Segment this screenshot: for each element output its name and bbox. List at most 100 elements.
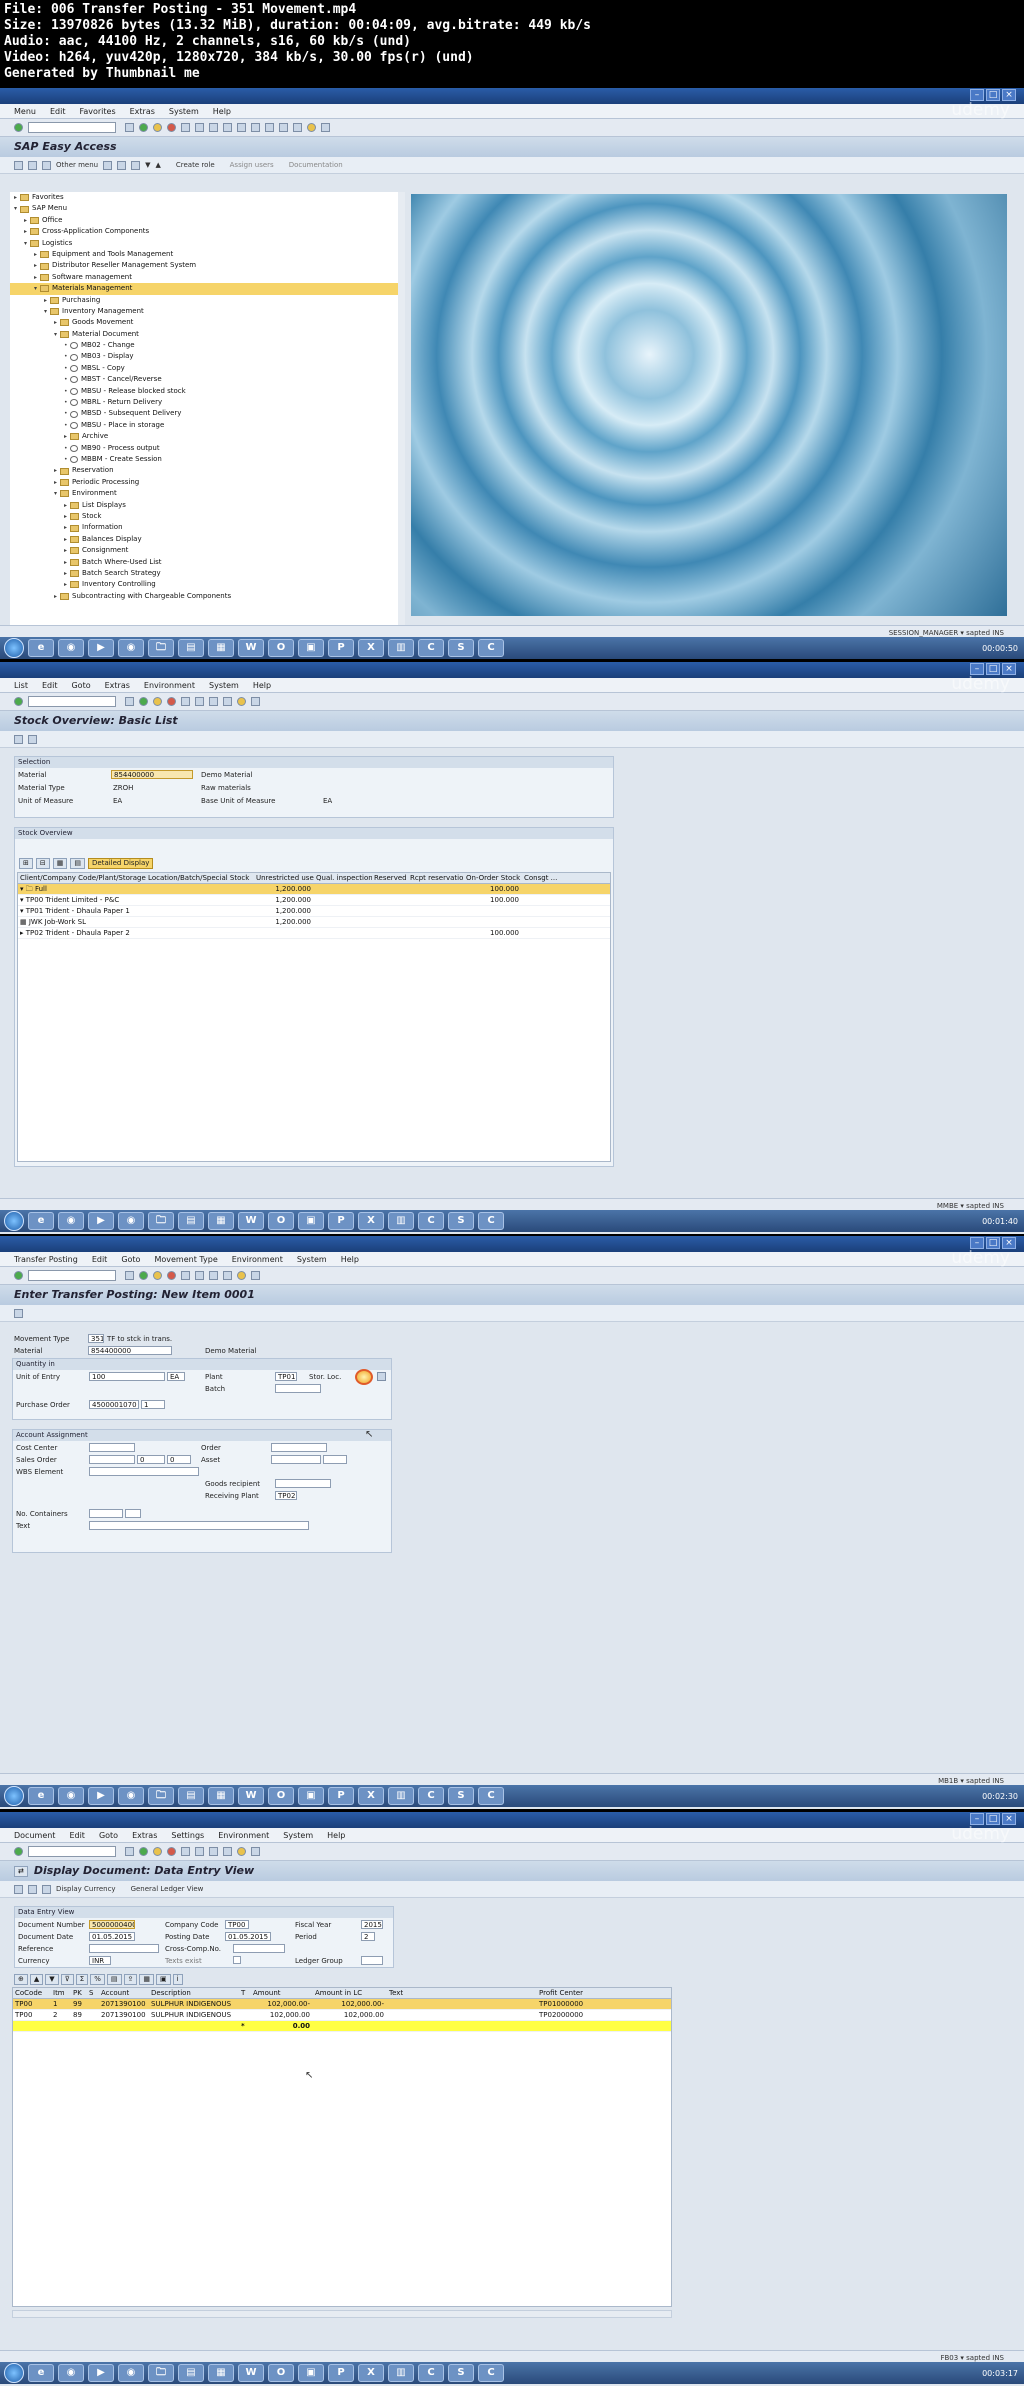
taskbar-app-6[interactable]: ▦ <box>208 2364 234 2382</box>
tree-node[interactable]: • MBSU - Place in storage <box>10 420 405 431</box>
start-button[interactable] <box>4 2363 24 2383</box>
tree-node[interactable]: ▾ Materials Management <box>10 283 405 295</box>
asset-sub-field[interactable] <box>323 1455 347 1464</box>
tree-node[interactable]: ▸ Stock <box>10 511 405 522</box>
taskbar-app-4[interactable]: 🗀 <box>148 639 174 657</box>
taskbar-app-2[interactable]: ▶ <box>88 1787 114 1805</box>
menu-item-help[interactable]: Help <box>213 104 231 118</box>
menu-item-goto[interactable]: Goto <box>121 1252 140 1266</box>
wbs-field[interactable] <box>89 1467 199 1476</box>
start-button[interactable] <box>4 1211 24 1231</box>
menu-item-movement-type[interactable]: Movement Type <box>154 1252 217 1266</box>
menu-item-menu[interactable]: Menu <box>14 104 36 118</box>
taskbar-app-8[interactable]: O <box>268 2364 294 2382</box>
find-icon[interactable] <box>195 123 204 132</box>
detailed-display-button[interactable]: Detailed Display <box>88 858 154 869</box>
taskbar-app-5[interactable]: ▤ <box>178 1212 204 1230</box>
assign-users-button[interactable]: Assign users <box>230 161 274 169</box>
column-header[interactable]: Description <box>149 1988 239 1998</box>
tree-node[interactable]: • MB02 - Change <box>10 340 405 351</box>
menu-item-extras[interactable]: Extras <box>105 678 130 692</box>
back-icon[interactable] <box>139 1847 148 1856</box>
taskbar-app-12[interactable]: ▥ <box>388 2364 414 2382</box>
table-row[interactable]: TP00 2 89 2071390100 SULPHUR INDIGENOUS 102,0… <box>13 2010 671 2021</box>
next-page-icon[interactable] <box>223 1271 232 1280</box>
first-page-icon[interactable] <box>209 1271 218 1280</box>
display-change-icon[interactable] <box>14 1884 23 1894</box>
tree-node[interactable]: ▸ Periodic Processing <box>10 477 405 488</box>
column-header[interactable]: Amount <box>251 1988 313 1998</box>
grid-scrollbar[interactable] <box>12 2310 672 2318</box>
start-button[interactable] <box>4 1786 24 1806</box>
taskbar-app-14[interactable]: S <box>448 639 474 657</box>
create-role-button[interactable]: Create role <box>176 161 215 169</box>
info-icon[interactable]: i <box>172 1974 183 1985</box>
table-row[interactable]: ▾ TP01 Trident - Dhaula Paper 1 1,200.000 <box>18 906 610 917</box>
enter-icon[interactable] <box>14 697 23 706</box>
command-field[interactable] <box>28 122 116 133</box>
taskbar-app-2[interactable]: ▶ <box>88 1212 114 1230</box>
column-header[interactable]: Itm <box>51 1988 71 1998</box>
expand-icon[interactable]: ⊞ <box>19 858 33 869</box>
column-header[interactable]: Qual. inspection <box>314 873 372 883</box>
tree-node[interactable]: ▸ Equipment and Tools Management <box>10 249 405 260</box>
taskbar-app-7[interactable]: W <box>238 1212 264 1230</box>
taskbar-app-12[interactable]: ▥ <box>388 1787 414 1805</box>
taskbar-app-3[interactable]: ◉ <box>118 639 144 657</box>
display-currency-button[interactable]: Display Currency <box>56 1885 116 1893</box>
tree-node[interactable]: • MBST - Cancel/Reverse <box>10 374 405 385</box>
exit-icon[interactable] <box>153 1847 162 1856</box>
taskbar-app-8[interactable]: O <box>268 639 294 657</box>
back-icon[interactable] <box>139 697 148 706</box>
add-favorite-icon[interactable] <box>103 160 113 170</box>
column-header[interactable]: Text <box>387 1988 537 1998</box>
details-icon[interactable]: ⊕ <box>14 1974 28 1985</box>
po-item-field[interactable]: 1 <box>141 1400 165 1409</box>
texts-exist-checkbox[interactable] <box>233 1956 241 1964</box>
taskbar-app-6[interactable]: ▦ <box>208 1787 234 1805</box>
column-header[interactable]: T <box>239 1988 251 1998</box>
menu-item-environment[interactable]: Environment <box>218 1828 269 1842</box>
goods-recipient-field[interactable] <box>275 1479 331 1488</box>
tree-node[interactable]: ▾ Environment <box>10 488 405 499</box>
menu-item-goto[interactable]: Goto <box>99 1828 118 1842</box>
exit-icon[interactable] <box>153 697 162 706</box>
taskbar-app-5[interactable]: ▤ <box>178 1787 204 1805</box>
enter-icon[interactable] <box>14 123 23 132</box>
table-row[interactable]: ▾ TP00 Trident Limited - P&C 1,200.000 100… <box>18 895 610 906</box>
taskbar-app-2[interactable]: ▶ <box>88 2364 114 2382</box>
sum-icon[interactable]: Σ <box>75 1974 89 1985</box>
column-header[interactable]: S <box>87 1988 99 1998</box>
table-row[interactable]: ▾ 🗀 Full 1,200.000 100.000 <box>18 884 610 895</box>
exit-icon[interactable] <box>153 1271 162 1280</box>
taskbar-app-5[interactable]: ▤ <box>178 639 204 657</box>
menu-item-environment[interactable]: Environment <box>232 1252 283 1266</box>
tree-node[interactable]: ▸ Archive <box>10 431 405 442</box>
taskbar-app-13[interactable]: C <box>418 2364 444 2382</box>
taskbar-app-9[interactable]: ▣ <box>298 1787 324 1805</box>
menu-item-system[interactable]: System <box>169 104 199 118</box>
tree-node[interactable]: • MBBM - Create Session <box>10 454 405 465</box>
taskbar-app-1[interactable]: ◉ <box>58 2364 84 2382</box>
next-page-icon[interactable] <box>251 123 260 132</box>
command-field[interactable] <box>28 1270 116 1281</box>
table-row[interactable]: ▦ JWK Job-Work SL 1,200.000 <box>18 917 610 928</box>
switch-view-icon[interactable]: ⇄ <box>14 1865 28 1877</box>
taskbar-app-2[interactable]: ▶ <box>88 639 114 657</box>
column-header[interactable]: PK <box>71 1988 87 1998</box>
other-menu-button[interactable]: Other menu <box>56 161 98 169</box>
tree-node[interactable]: ▸ Software management <box>10 272 405 283</box>
tree-node[interactable]: ▸ List Displays <box>10 500 405 511</box>
taskbar-app-0[interactable]: e <box>28 1212 54 1230</box>
sort-asc-icon[interactable]: ▲ <box>29 1974 44 1985</box>
taskbar-app-12[interactable]: ▥ <box>388 639 414 657</box>
find-icon[interactable] <box>195 1847 204 1856</box>
taskbar-app-13[interactable]: C <box>418 1787 444 1805</box>
taskbar-app-6[interactable]: ▦ <box>208 639 234 657</box>
print-icon[interactable] <box>181 123 190 132</box>
tree-node[interactable]: • MBSD - Subsequent Delivery <box>10 408 405 419</box>
posting-date-field[interactable]: 01.05.2015 <box>225 1932 271 1941</box>
taskbar-app-6[interactable]: ▦ <box>208 1212 234 1230</box>
cancel-icon[interactable] <box>167 1271 176 1280</box>
so-schedule-field[interactable]: 0 <box>167 1455 191 1464</box>
